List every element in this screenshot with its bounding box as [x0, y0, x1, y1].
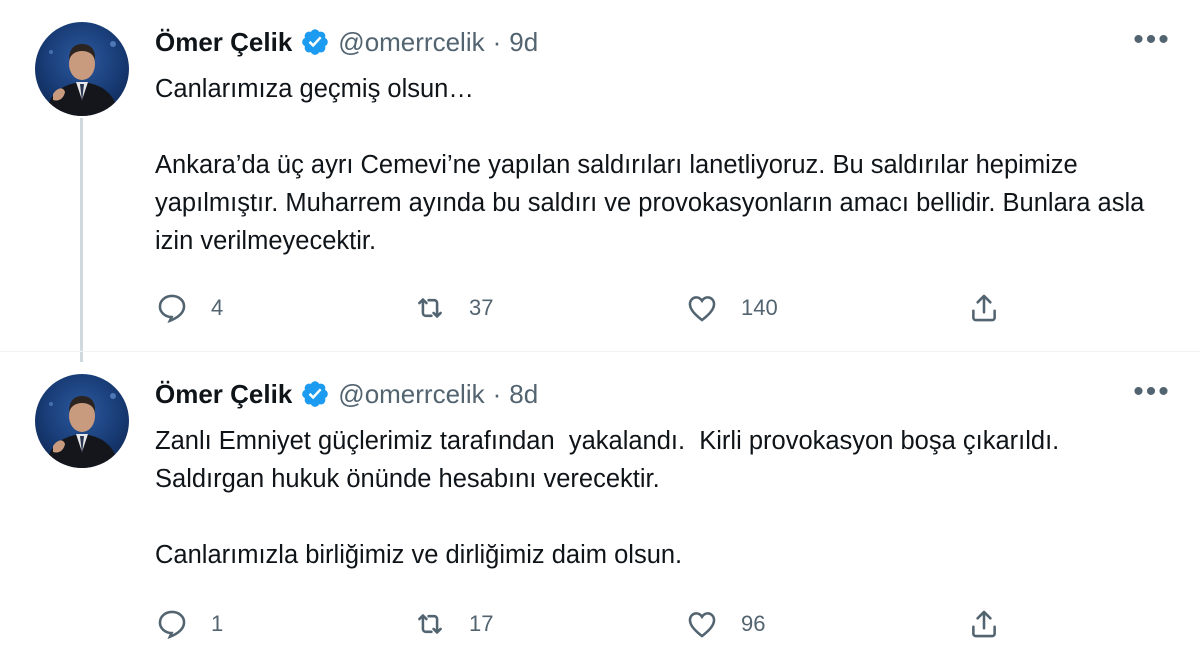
like-count: 140: [741, 295, 778, 320]
reply-count: 1: [211, 611, 224, 636]
more-options-icon[interactable]: •••: [1130, 376, 1174, 408]
tweet-text: Zanlı Emniyet güçlerimiz tarafından yaka…: [155, 427, 1060, 569]
tweet-timestamp[interactable]: 8d: [509, 379, 538, 410]
author-name[interactable]: Ömer Çelik: [155, 379, 292, 410]
like-button[interactable]: 96: [685, 604, 765, 644]
like-button[interactable]: 140: [685, 288, 778, 328]
tweet-2[interactable]: Ömer Çelik @omerrcelik · 8d ••• Zanlı Em…: [0, 352, 1200, 668]
share-button[interactable]: [967, 604, 1001, 644]
author-handle[interactable]: @omerrcelik: [338, 379, 484, 410]
more-options-icon[interactable]: •••: [1130, 24, 1174, 56]
verified-badge-icon: [300, 27, 330, 57]
author-name[interactable]: Ömer Çelik: [155, 27, 292, 58]
tweet-1[interactable]: Ömer Çelik @omerrcelik · 9d ••• Canlarım…: [0, 0, 1200, 362]
retweet-icon: [418, 298, 442, 318]
separator-dot: ·: [492, 26, 502, 57]
avatar[interactable]: [35, 22, 129, 116]
share-icon: [972, 610, 996, 638]
like-icon: [688, 296, 716, 322]
verified-badge-icon: [300, 379, 330, 409]
like-count: 96: [741, 611, 766, 636]
reply-button[interactable]: 4: [155, 288, 223, 328]
reply-icon: [158, 294, 186, 324]
reply-icon: [158, 610, 186, 640]
retweet-icon: [418, 614, 442, 634]
separator-dot: ·: [492, 378, 502, 409]
retweet-count: 17: [469, 611, 494, 636]
retweet-count: 37: [469, 295, 494, 320]
share-button[interactable]: [967, 288, 1001, 328]
share-icon: [972, 294, 996, 322]
avatar[interactable]: [35, 374, 129, 468]
thread-connector-line: [80, 118, 83, 362]
author-handle[interactable]: @omerrcelik: [338, 27, 484, 58]
retweet-button[interactable]: 17: [413, 604, 493, 644]
like-icon: [688, 612, 716, 638]
tweet-header: Ömer Çelik @omerrcelik · 8d: [155, 374, 538, 414]
tweet-timestamp[interactable]: 9d: [509, 27, 538, 58]
tweet-header: Ömer Çelik @omerrcelik · 9d: [155, 22, 538, 62]
reply-button[interactable]: 1: [155, 604, 223, 644]
reply-count: 4: [211, 295, 224, 320]
tweet-text: Canlarımıza geçmiş olsun… Ankara’da üç a…: [155, 75, 1145, 255]
retweet-button[interactable]: 37: [413, 288, 493, 328]
